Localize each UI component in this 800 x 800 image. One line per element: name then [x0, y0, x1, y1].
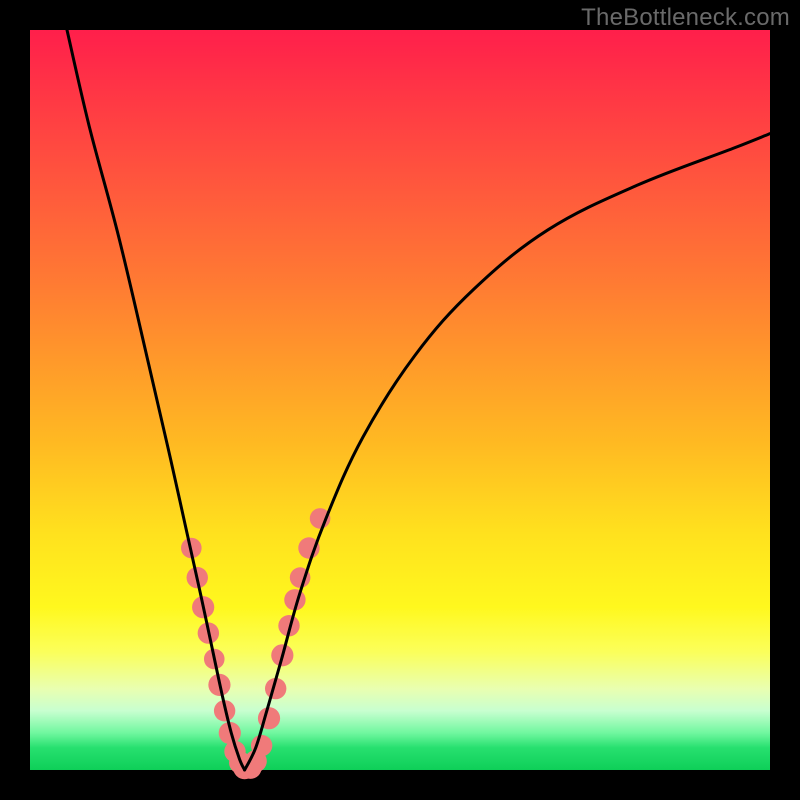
plot-area — [30, 30, 770, 770]
curve-right-branch — [245, 134, 770, 770]
chart-frame: TheBottleneck.com — [0, 0, 800, 800]
watermark-text: TheBottleneck.com — [581, 4, 790, 32]
chart-svg — [30, 30, 770, 770]
scatter-layer — [181, 508, 330, 779]
